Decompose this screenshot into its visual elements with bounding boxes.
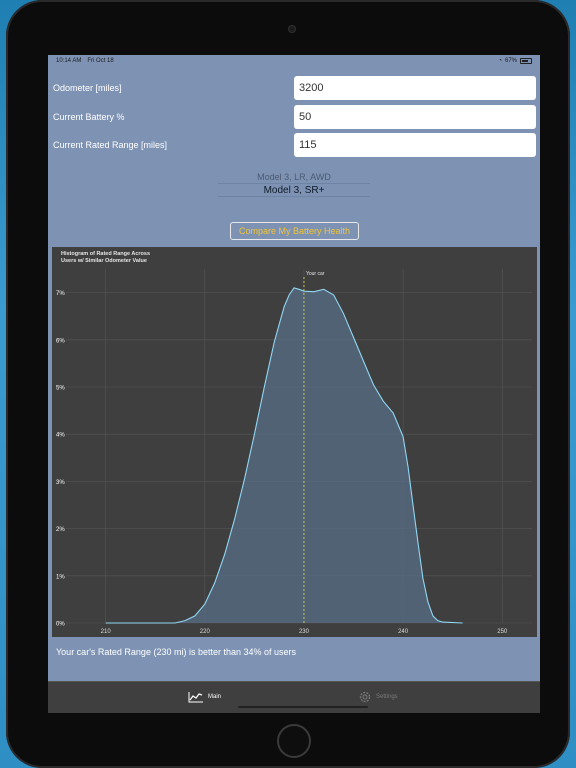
y-tick-label: 5% xyxy=(56,386,65,392)
rated-range-row: Current Rated Range [miles] 115 xyxy=(48,133,540,157)
status-right: ◔ 67% xyxy=(498,58,532,64)
y-tick-label: 7% xyxy=(56,291,65,297)
camera xyxy=(288,25,296,33)
x-tick-label: 250 xyxy=(497,629,508,635)
histogram-chart: 0% 1% 2% 3% 4% 5% 6% 7% 210 220 230 240 250 Histogram… xyxy=(52,247,537,637)
x-tick-label: 220 xyxy=(200,629,211,635)
y-tick-label: 1% xyxy=(56,574,65,580)
tab-main[interactable]: Main xyxy=(188,688,221,706)
chart-title-line-2: Users w/ Similar Odometer Value xyxy=(61,258,147,264)
ipad-frame: 10:14 AM Fri Oct 18 ◔ 67% Odometer [mile… xyxy=(6,0,570,768)
rated-range-label: Current Rated Range [miles] xyxy=(53,140,168,150)
battery-label: Current Battery % xyxy=(53,112,125,122)
result-text: Your car's Rated Range (230 mi) is bette… xyxy=(56,647,297,657)
app-screen: 10:14 AM Fri Oct 18 ◔ 67% Odometer [mile… xyxy=(48,55,540,713)
y-tick-label: 3% xyxy=(56,480,65,486)
chart-title-line-1: Histogram of Rated Range Across xyxy=(61,251,150,257)
histogram-svg: 0% 1% 2% 3% 4% 5% 6% 7% 210 220 230 240 250 Histogram… xyxy=(56,251,532,635)
y-tick-label: 2% xyxy=(56,527,65,533)
tab-settings-label: Settings xyxy=(376,694,398,700)
x-tick-label: 210 xyxy=(101,629,112,635)
battery-percent: 67% xyxy=(504,58,517,64)
battery-row: Current Battery % 50 xyxy=(48,105,540,129)
picker-option[interactable]: Model 3, LR, AWD xyxy=(218,172,370,183)
picker-selected-option[interactable]: Model 3, SR+ xyxy=(218,183,370,197)
model-picker[interactable]: Model 3, LR, AWD Model 3, SR+ xyxy=(218,172,370,200)
gear-icon xyxy=(359,691,371,703)
home-indicator xyxy=(238,706,368,708)
your-car-marker-label: Your car xyxy=(306,271,325,277)
odometer-input[interactable]: 3200 xyxy=(294,76,536,100)
compare-battery-button[interactable]: Compare My Battery Health xyxy=(230,222,359,240)
rated-range-input[interactable]: 115 xyxy=(294,133,536,157)
histogram-area xyxy=(105,287,463,623)
status-date: Fri Oct 18 xyxy=(87,58,114,64)
line-chart-icon xyxy=(188,692,203,703)
y-tick-label: 0% xyxy=(56,622,65,628)
battery-icon xyxy=(520,58,532,64)
battery-input[interactable]: 50 xyxy=(294,105,536,129)
status-time: 10:14 AM xyxy=(56,58,82,64)
tab-bar: Main Settings xyxy=(48,681,540,713)
home-button[interactable] xyxy=(277,724,311,758)
odometer-label: Odometer [miles] xyxy=(53,83,122,93)
tab-main-label: Main xyxy=(208,694,222,700)
odometer-row: Odometer [miles] 3200 xyxy=(48,76,540,100)
y-tick-label: 6% xyxy=(56,338,65,344)
tab-settings[interactable]: Settings xyxy=(358,688,398,706)
y-tick-label: 4% xyxy=(56,433,65,439)
x-tick-label: 230 xyxy=(299,629,310,635)
x-tick-label: 240 xyxy=(398,629,409,635)
wifi-icon: ◔ xyxy=(498,58,502,64)
status-bar: 10:14 AM Fri Oct 18 ◔ 67% xyxy=(48,55,540,67)
